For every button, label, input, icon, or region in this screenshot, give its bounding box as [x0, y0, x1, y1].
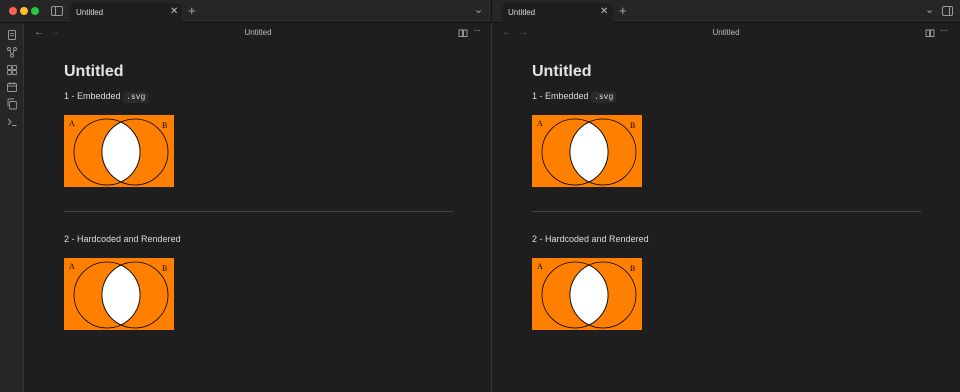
back-arrow-icon[interactable]: ← [502, 27, 512, 39]
venn-diagram-embedded: A B [532, 115, 642, 187]
tab-left[interactable]: Untitled ✕ [70, 3, 182, 23]
right-sidebar-toggle-icon[interactable] [942, 6, 953, 16]
venn-label-b: B [630, 264, 635, 273]
tab-label: Untitled [508, 8, 536, 17]
section2-text[interactable]: 2 - Hardcoded and Rendered [64, 234, 181, 244]
editor-pane-left: ← → Untitled ··· Untitled 1 - Embedded .… [24, 23, 491, 392]
tab-right[interactable]: Untitled ✕ [502, 3, 613, 23]
more-options-icon[interactable]: ··· [473, 26, 481, 36]
reading-view-icon[interactable] [458, 28, 468, 38]
section2-text[interactable]: 2 - Hardcoded and Rendered [532, 234, 649, 244]
reading-view-icon[interactable] [925, 28, 935, 38]
venn-diagram-embedded: A B [64, 115, 174, 187]
venn-label-b: B [162, 121, 167, 130]
inline-code: .svg [591, 92, 617, 103]
venn-label-b: B [630, 121, 635, 130]
canvas-icon[interactable] [6, 64, 18, 76]
back-arrow-icon[interactable]: ← [34, 27, 44, 39]
section1-line[interactable]: 1 - Embedded .svg [532, 91, 617, 103]
minimize-window-button[interactable] [20, 7, 28, 15]
inline-code: .svg [123, 92, 149, 103]
section1-line[interactable]: 1 - Embedded .svg [64, 91, 149, 103]
section1-text: 1 - Embedded [64, 91, 121, 101]
view-header-title[interactable]: Untitled [666, 28, 786, 37]
view-header-title[interactable]: Untitled [198, 28, 318, 37]
ribbon [0, 23, 24, 392]
forward-arrow-icon[interactable]: → [50, 27, 60, 39]
title-bar: Untitled ✕ + ⌄ Untitled ✕ + ⌄ [0, 0, 960, 23]
venn-label-a: A [69, 262, 75, 271]
venn-diagram-rendered: A B [64, 258, 174, 330]
graph-icon[interactable] [6, 46, 18, 58]
tab-list-chevron-icon[interactable]: ⌄ [474, 4, 483, 16]
sidebar-toggle-icon[interactable] [51, 6, 63, 16]
venn-diagram-rendered: A B [532, 258, 642, 330]
venn-label-a: A [537, 119, 543, 128]
calendar-icon[interactable] [6, 81, 18, 93]
venn-label-a: A [69, 119, 75, 128]
tab-label: Untitled [76, 8, 104, 17]
venn-label-b: B [162, 264, 167, 273]
close-tab-icon[interactable]: ✕ [600, 7, 608, 17]
files-icon[interactable] [6, 29, 18, 41]
new-tab-icon[interactable]: + [188, 4, 196, 17]
close-window-button[interactable] [9, 7, 17, 15]
horizontal-rule [532, 211, 921, 212]
tab-list-chevron-icon[interactable]: ⌄ [925, 4, 934, 16]
terminal-icon[interactable] [6, 116, 18, 128]
venn-label-a: A [537, 262, 543, 271]
note-title[interactable]: Untitled [64, 63, 124, 81]
zoom-window-button[interactable] [31, 7, 39, 15]
forward-arrow-icon[interactable]: → [518, 27, 528, 39]
section1-text: 1 - Embedded [532, 91, 589, 101]
horizontal-rule [64, 211, 453, 212]
editor-pane-right: ← → Untitled ··· Untitled 1 - Embedded .… [492, 23, 960, 392]
new-tab-icon[interactable]: + [619, 4, 627, 17]
pane-separator [491, 0, 492, 23]
note-title[interactable]: Untitled [532, 63, 592, 81]
more-options-icon[interactable]: ··· [940, 26, 948, 36]
copy-icon[interactable] [6, 98, 18, 110]
close-tab-icon[interactable]: ✕ [170, 7, 178, 17]
